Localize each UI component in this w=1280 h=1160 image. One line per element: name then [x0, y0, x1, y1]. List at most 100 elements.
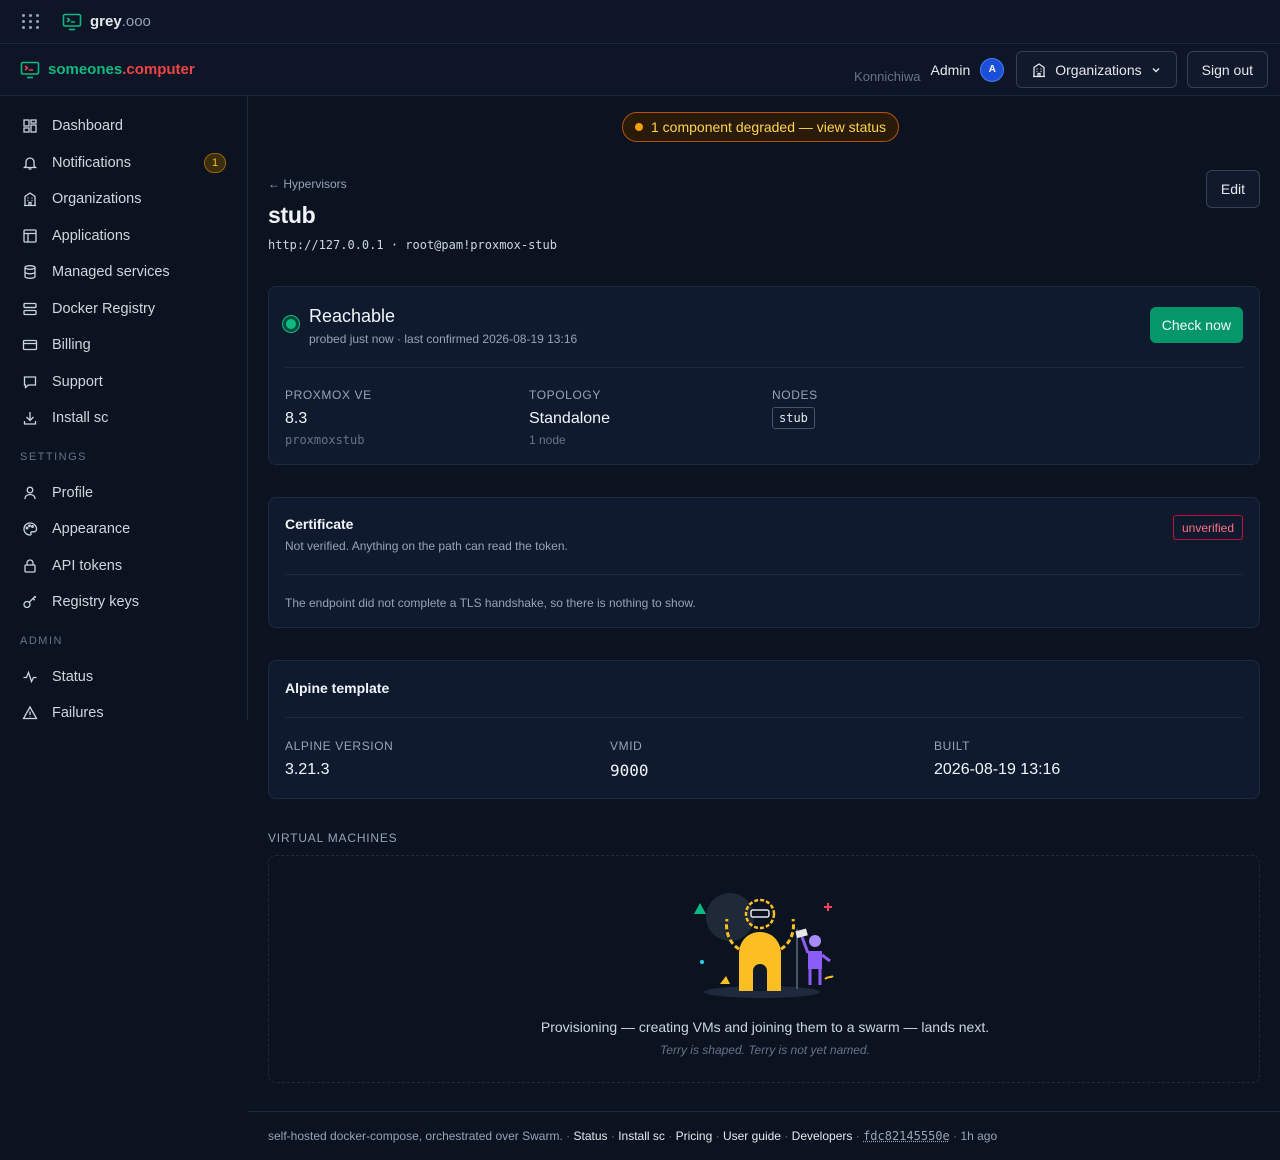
sidebar-item-label: Organizations: [52, 191, 142, 208]
reachable-status-dot: [283, 316, 299, 332]
divider: [285, 574, 1243, 575]
footer-link-status[interactable]: Status: [573, 1129, 607, 1143]
terry-illustration: [694, 893, 834, 998]
divider: [285, 367, 1243, 368]
activity-icon: [23, 670, 37, 683]
sidebar-item-label: API tokens: [52, 557, 123, 574]
built-label: BUILT: [934, 739, 971, 753]
built-value: 2026-08-19 13:16: [934, 761, 1061, 778]
alpine-version: 3.21.3: [285, 761, 330, 778]
sidebar-item-api-tokens[interactable]: API tokens: [12, 548, 235, 585]
certificate-note: The endpoint did not complete a TLS hand…: [285, 596, 696, 610]
probe-info: probed just now · last confirmed 2026-08…: [309, 332, 578, 346]
sidebar-item-label: Dashboard: [52, 118, 123, 135]
server-stack-icon: [23, 302, 37, 315]
divider: [285, 717, 1243, 718]
top-brand[interactable]: grey.ooo: [62, 13, 151, 31]
certificate-warning: Not verified. Anything on the path can r…: [285, 539, 568, 553]
footer-link-user-guide[interactable]: User guide: [723, 1129, 781, 1143]
proxmox-label: PROXMOX VE: [285, 388, 372, 402]
terry-note: Terry is shaped. Terry is not yet named.: [660, 1043, 870, 1057]
sidebar-item-support[interactable]: Support: [12, 364, 235, 401]
sidebar-item-dashboard[interactable]: Dashboard: [12, 108, 235, 145]
download-icon: [23, 412, 37, 425]
provisioning-message: Provisioning — creating VMs and joining …: [540, 1019, 990, 1035]
sidebar-item-label: Notifications: [52, 154, 131, 171]
virtual-machines-heading: VIRTUAL MACHINES: [268, 831, 398, 845]
footer-tagline: self-hosted docker-compose, orchestrated…: [268, 1129, 563, 1143]
reachable-title: Reachable: [309, 306, 396, 326]
certificate-card: Certificate Not verified. Anything on th…: [268, 497, 1260, 628]
terminal-monitor-icon: [20, 61, 40, 78]
palette-icon: [23, 522, 38, 536]
node-count: 1 node: [529, 433, 566, 447]
back-to-hypervisors-link[interactable]: ← Hypervisors: [268, 177, 347, 191]
sidebar-item-organizations[interactable]: Organizations: [12, 181, 235, 218]
sidebar-item-label: Status: [52, 668, 94, 685]
alpine-version-label: ALPINE VERSION: [285, 739, 394, 753]
sidebar-item-label: Failures: [52, 705, 104, 722]
sidebar-item-managed-services[interactable]: Managed services: [12, 254, 235, 291]
node-chip: stub: [772, 407, 815, 429]
sidebar-item-label: Install sc: [52, 410, 109, 427]
bell-icon: [22, 157, 38, 170]
sidebar-item-appearance[interactable]: Appearance: [12, 511, 235, 548]
topology-label: TOPOLOGY: [529, 388, 601, 402]
window-icon: [23, 229, 37, 243]
virtual-machines-empty-state: Provisioning — creating VMs and joining …: [268, 855, 1260, 1083]
degraded-status-text: 1 component degraded — view status: [651, 119, 887, 135]
sidebar-item-profile[interactable]: Profile: [12, 475, 235, 512]
dashboard-grid-icon: [23, 119, 37, 133]
sidebar-item-billing[interactable]: Billing: [12, 327, 235, 364]
brand-name: someones: [48, 61, 123, 78]
sidebar-item-install-sc[interactable]: Install sc: [12, 400, 235, 437]
degraded-status-banner[interactable]: 1 component degraded — view status: [622, 112, 900, 142]
building-icon: [24, 192, 36, 207]
footer-link-developers[interactable]: Developers: [792, 1129, 853, 1143]
grid-dots-icon[interactable]: [20, 12, 40, 32]
unverified-badge: unverified: [1172, 515, 1243, 540]
greeting: Konnichiwa: [854, 69, 921, 84]
sidebar: Dashboard Notifications 1 Organizations …: [0, 96, 248, 721]
sidebar-item-label: Profile: [52, 484, 94, 501]
warning-triangle-icon: [22, 705, 38, 720]
sidebar-item-failures[interactable]: Failures: [12, 695, 235, 732]
check-now-button[interactable]: Check now: [1149, 307, 1243, 343]
site-brand[interactable]: someones.computer: [20, 61, 195, 79]
alpine-template-card: Alpine template ALPINE VERSION 3.21.3 VM…: [268, 660, 1260, 799]
app-name: grey.ooo: [90, 13, 151, 30]
avatar[interactable]: A: [980, 57, 1005, 82]
commit-hash[interactable]: fdc82145550e: [863, 1129, 950, 1143]
reachability-card: Reachable probed just now · last confirm…: [268, 286, 1260, 465]
sidebar-item-registry-keys[interactable]: Registry keys: [12, 584, 235, 621]
sidebar-item-label: Registry keys: [52, 594, 140, 611]
footer-link-install-sc[interactable]: Install sc: [618, 1129, 665, 1143]
user-icon: [24, 486, 36, 499]
nodes-label: NODES: [772, 388, 818, 402]
edit-button[interactable]: Edit: [1205, 170, 1260, 208]
endpoint-and-user: http://127.0.0.1 · root@pam!proxmox-stub: [268, 238, 557, 252]
terminal-monitor-icon: [62, 13, 82, 30]
footer-link-pricing[interactable]: Pricing: [676, 1129, 713, 1143]
sidebar-item-status[interactable]: Status: [12, 659, 235, 696]
site-header: someones.computer Konnichiwa Admin A Org…: [0, 44, 1280, 96]
app-switcher-bar: grey.ooo: [0, 0, 1280, 44]
certificate-title: Certificate: [285, 516, 354, 532]
alpine-template-title: Alpine template: [285, 680, 390, 696]
page-title: stub: [268, 202, 316, 228]
organizations-button[interactable]: Organizations: [1016, 51, 1177, 88]
sign-out-button[interactable]: Sign out: [1186, 51, 1268, 88]
topology-value: Standalone: [529, 410, 610, 427]
lock-icon: [24, 559, 36, 573]
settings-heading: SETTINGS: [20, 450, 88, 463]
sidebar-item-notifications[interactable]: Notifications 1: [12, 145, 235, 182]
chevron-down-icon: [1152, 67, 1160, 72]
sidebar-item-label: Docker Registry: [52, 300, 156, 317]
organizations-label: Organizations: [1055, 61, 1142, 78]
sidebar-item-docker-registry[interactable]: Docker Registry: [12, 291, 235, 328]
sidebar-item-applications[interactable]: Applications: [12, 218, 235, 255]
footer: self-hosted docker-compose, orchestrated…: [248, 1111, 1280, 1160]
build-age: 1h ago: [960, 1129, 998, 1143]
proxmox-host: proxmoxstub: [285, 433, 365, 447]
sidebar-item-label: Appearance: [52, 521, 131, 538]
